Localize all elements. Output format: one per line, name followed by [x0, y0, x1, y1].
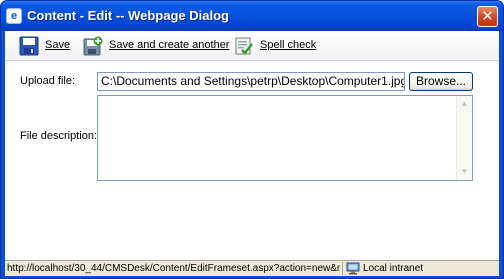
ie-app-icon: e [6, 8, 22, 24]
scroll-up-arrow-icon[interactable]: ▲ [457, 96, 472, 112]
floppy-disk-icon [19, 36, 39, 56]
vertical-scrollbar[interactable]: ▲ ▼ [456, 96, 472, 180]
scroll-down-arrow-icon[interactable]: ▼ [457, 164, 472, 180]
file-description-textarea[interactable]: ▲ ▼ [97, 95, 473, 181]
upload-file-label: Upload file: [20, 75, 76, 87]
dialog-content: Save Save and create another Spell check… [5, 31, 499, 260]
close-button[interactable]: ✕ [477, 6, 498, 27]
floppy-disk-plus-icon [83, 36, 103, 56]
title-bar[interactable]: e Content - Edit -- Webpage Dialog ✕ [1, 1, 503, 31]
window-title: Content - Edit -- Webpage Dialog [27, 8, 229, 23]
file-description-label: File description: [20, 130, 98, 142]
toolbar: Save Save and create another Spell check [5, 31, 499, 61]
save-label: Save [45, 39, 71, 51]
browse-button[interactable]: Browse... [409, 72, 473, 91]
spell-check-icon [235, 37, 253, 55]
save-and-create-another-label: Save and create another [109, 39, 230, 51]
spell-check-label: Spell check [260, 39, 317, 51]
security-zone-text: Local intranet [363, 263, 424, 274]
dialog-window: e Content - Edit -- Webpage Dialog ✕ Sav… [0, 0, 504, 279]
upload-file-input[interactable]: C:\Documents and Settings\petrp\Desktop\… [97, 72, 405, 91]
local-intranet-icon [346, 262, 360, 275]
status-bar: http://localhost/30_44/CMSDesk/Content/E… [5, 260, 499, 276]
status-url: http://localhost/30_44/CMSDesk/Content/E… [7, 263, 340, 274]
status-divider [342, 262, 343, 275]
